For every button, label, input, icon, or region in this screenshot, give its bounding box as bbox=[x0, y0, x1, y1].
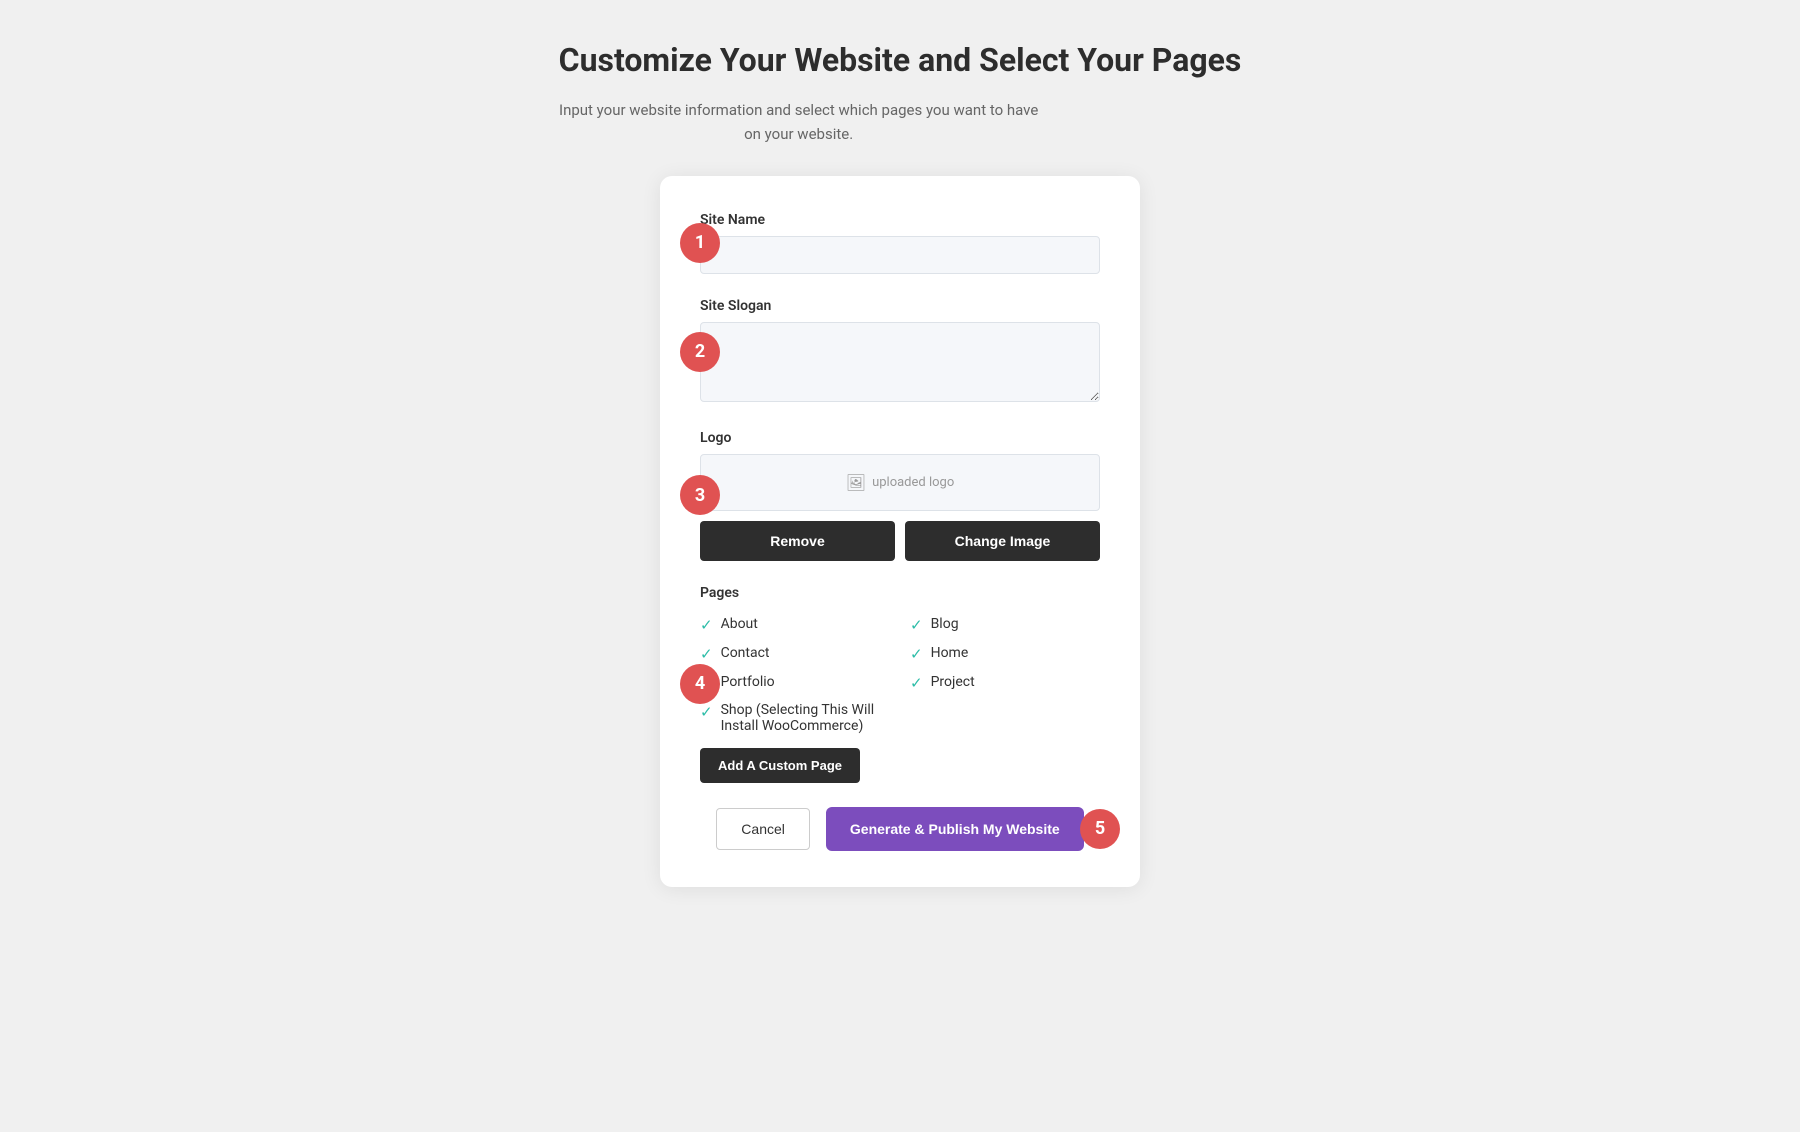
step-badge-3: 3 bbox=[680, 475, 720, 515]
logo-section: 3 Logo uploaded logo Remove Change Image bbox=[700, 430, 1100, 561]
logo-preview: uploaded logo bbox=[700, 454, 1100, 511]
page-label-contact: Contact bbox=[721, 645, 770, 661]
step-badge-5: 5 bbox=[1080, 809, 1120, 849]
page-label-about: About bbox=[721, 616, 758, 632]
page-item-blog[interactable]: ✓ Blog bbox=[910, 615, 1100, 634]
page-label-blog: Blog bbox=[931, 616, 959, 632]
page-label-shop: Shop (Selecting This Will Install WooCom… bbox=[721, 702, 890, 734]
check-icon-shop: ✓ bbox=[700, 703, 713, 721]
site-slogan-input[interactable] bbox=[700, 322, 1100, 402]
page-title: Customize Your Website and Select Your P… bbox=[559, 40, 1242, 82]
page-item-contact[interactable]: ✓ Contact bbox=[700, 644, 890, 663]
page-item-home[interactable]: ✓ Home bbox=[910, 644, 1100, 663]
pages-label: Pages bbox=[700, 585, 1100, 601]
site-name-label: Site Name bbox=[700, 212, 1100, 228]
step-badge-1: 1 bbox=[680, 223, 720, 263]
check-icon-project: ✓ bbox=[910, 674, 923, 692]
site-name-section: 1 Site Name bbox=[700, 212, 1100, 274]
site-slogan-section: 2 Site Slogan bbox=[700, 298, 1100, 406]
page-item-shop[interactable]: ✓ Shop (Selecting This Will Install WooC… bbox=[700, 702, 890, 734]
check-icon-home: ✓ bbox=[910, 645, 923, 663]
form-card: 1 Site Name 2 Site Slogan 3 Logo uploade… bbox=[660, 176, 1140, 887]
form-footer: Cancel Generate & Publish My Website 5 bbox=[700, 807, 1100, 851]
pages-grid: ✓ About ✓ Blog ✓ Contact ✓ Home ✓ Portfo… bbox=[700, 615, 1100, 734]
check-icon-about: ✓ bbox=[700, 616, 713, 634]
page-item-about[interactable]: ✓ About bbox=[700, 615, 890, 634]
page-subtitle: Input your website information and selec… bbox=[559, 98, 1039, 146]
logo-buttons: Remove Change Image bbox=[700, 521, 1100, 561]
page-label-project: Project bbox=[931, 674, 975, 690]
check-icon-contact: ✓ bbox=[700, 645, 713, 663]
page-item-portfolio[interactable]: ✓ Portfolio bbox=[700, 673, 890, 692]
step-badge-2: 2 bbox=[680, 332, 720, 372]
step-badge-4: 4 bbox=[680, 664, 720, 704]
remove-button[interactable]: Remove bbox=[700, 521, 895, 561]
pages-section: 4 Pages ✓ About ✓ Blog ✓ Contact ✓ Home … bbox=[700, 585, 1100, 783]
logo-preview-text: uploaded logo bbox=[872, 475, 954, 490]
check-icon-blog: ✓ bbox=[910, 616, 923, 634]
logo-label: Logo bbox=[700, 430, 1100, 446]
generate-button[interactable]: Generate & Publish My Website bbox=[826, 807, 1084, 851]
page-label-home: Home bbox=[931, 645, 969, 661]
page-header: Customize Your Website and Select Your P… bbox=[559, 40, 1242, 146]
add-custom-page-button[interactable]: Add A Custom Page bbox=[700, 748, 860, 783]
site-name-input[interactable] bbox=[700, 236, 1100, 274]
page-item-project[interactable]: ✓ Project bbox=[910, 673, 1100, 692]
change-image-button[interactable]: Change Image bbox=[905, 521, 1100, 561]
page-label-portfolio: Portfolio bbox=[721, 674, 775, 690]
cancel-button[interactable]: Cancel bbox=[716, 808, 810, 850]
site-slogan-label: Site Slogan bbox=[700, 298, 1100, 314]
